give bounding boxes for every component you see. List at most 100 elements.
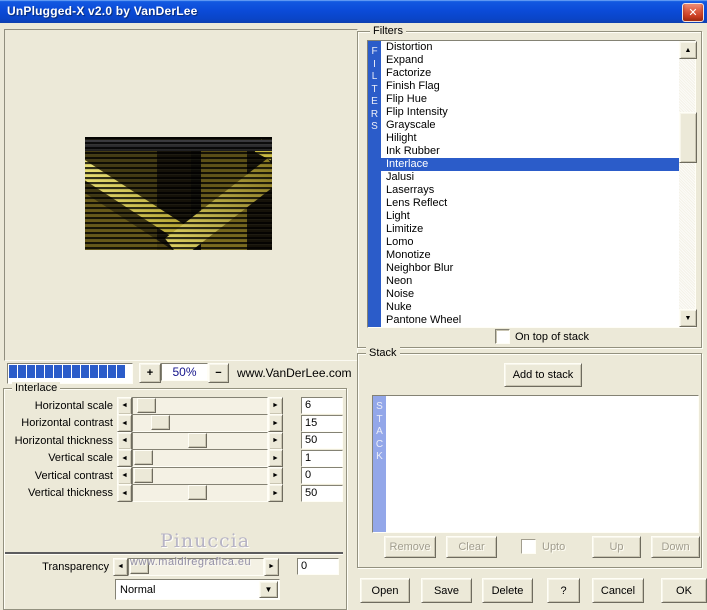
arrow-left-icon[interactable]: ◄ [117,449,132,467]
filter-item-limitize[interactable]: Limitize [381,223,679,236]
param-value[interactable]: 6 [301,397,343,414]
vertical-letter: S [373,401,386,414]
vertical-letter: R [368,109,381,122]
filter-item-finish-flag[interactable]: Finish Flag [381,80,679,93]
slider-thumb[interactable] [151,415,170,430]
progress-bar [7,363,133,384]
window-title: UnPlugged-X v2.0 by VanDerLee [7,4,198,18]
filter-item-monotize[interactable]: Monotize [381,249,679,262]
on-top-of-stack-row: On top of stack [495,329,589,344]
slider-thumb[interactable] [137,398,156,413]
footer-button-delete[interactable]: Delete [482,578,533,603]
filter-item-distortion[interactable]: Distortion [381,41,679,54]
param-label: Vertical contrast [4,470,117,482]
filter-item-flip-hue[interactable]: Flip Hue [381,93,679,106]
progress-segment [99,365,107,378]
filter-item-neighbor-blur[interactable]: Neighbor Blur [381,262,679,275]
zoom-in-button[interactable]: + [139,363,161,383]
filter-item-noise[interactable]: Noise [381,288,679,301]
arrow-right-icon[interactable]: ► [264,558,279,576]
filter-item-laserrays[interactable]: Laserrays [381,184,679,197]
filter-item-lens-reflect[interactable]: Lens Reflect [381,197,679,210]
arrow-left-icon[interactable]: ◄ [117,397,132,415]
progress-segment [45,365,53,378]
footer-button-open[interactable]: Open [360,578,410,603]
vendor-website-link[interactable]: www.VanDerLee.com [237,366,352,380]
scroll-up-icon[interactable]: ▲ [679,41,697,59]
filter-item-interlace[interactable]: Interlace [381,158,679,171]
progress-segment [9,365,17,378]
param-value[interactable]: 15 [301,415,343,432]
upto-checkbox[interactable] [521,539,536,554]
transparency-value[interactable]: 0 [297,558,339,575]
filter-item-hilight[interactable]: Hilight [381,132,679,145]
progress-segment [81,365,89,378]
slider-thumb[interactable] [188,485,207,500]
filters-scrollbar[interactable]: ▲ ▼ [679,41,695,327]
footer-button-save[interactable]: Save [421,578,472,603]
down-button[interactable]: Down [651,536,700,558]
footer-button-cancel[interactable]: Cancel [592,578,644,603]
arrow-right-icon[interactable]: ► [268,449,283,467]
arrow-right-icon[interactable]: ► [268,484,283,502]
param-value[interactable]: 1 [301,450,343,467]
param-value[interactable]: 0 [301,467,343,484]
watermark-site: www.maidiregrafica.eu [130,556,251,568]
on-top-of-stack-checkbox[interactable] [495,329,510,344]
slider-track[interactable] [132,432,268,450]
arrow-left-icon[interactable]: ◄ [117,432,132,450]
help-button[interactable]: ? [547,578,580,603]
filters-list-container: FILTERS DistortionExpandFactorizeFinish … [367,40,696,328]
filter-item-ink-rubber[interactable]: Ink Rubber [381,145,679,158]
arrow-right-icon[interactable]: ► [268,414,283,432]
slider-track[interactable] [132,397,268,415]
vertical-letter: T [373,414,386,427]
filter-item-flip-intensity[interactable]: Flip Intensity [381,106,679,119]
param-value[interactable]: 50 [301,485,343,502]
slider-thumb[interactable] [134,450,153,465]
clear-button[interactable]: Clear [446,536,497,558]
watermark-name: Pinuccia [160,530,250,552]
filter-item-pantone-wheel[interactable]: Pantone Wheel [381,314,679,327]
arrow-left-icon[interactable]: ◄ [117,414,132,432]
param-label: Horizontal scale [4,400,117,412]
interlace-scanlines [85,137,272,250]
filter-item-jalusi[interactable]: Jalusi [381,171,679,184]
arrow-left-icon[interactable]: ◄ [117,467,132,485]
filter-item-factorize[interactable]: Factorize [381,67,679,80]
arrow-right-icon[interactable]: ► [268,467,283,485]
footer-button-ok[interactable]: OK [661,578,707,603]
param-row-horizontal-thickness: Horizontal thickness◄►50 [4,432,346,450]
arrow-right-icon[interactable]: ► [268,432,283,450]
slider-track[interactable] [132,484,268,502]
filter-item-nuke[interactable]: Nuke [381,301,679,314]
filter-item-neon[interactable]: Neon [381,275,679,288]
filter-item-expand[interactable]: Expand [381,54,679,67]
close-button[interactable]: ✕ [682,3,704,22]
remove-button[interactable]: Remove [384,536,436,558]
up-button[interactable]: Up [592,536,641,558]
arrow-right-icon[interactable]: ► [268,397,283,415]
scrollbar-thumb[interactable] [679,112,697,163]
param-row-horizontal-scale: Horizontal scale◄ ► 6 [4,397,346,415]
slider-track[interactable] [132,467,268,485]
filter-item-light[interactable]: Light [381,210,679,223]
upto-label: Upto [542,541,565,553]
filter-item-grayscale[interactable]: Grayscale [381,119,679,132]
zoom-out-button[interactable]: − [208,363,229,383]
arrow-left-icon[interactable]: ◄ [117,484,132,502]
slider-thumb[interactable] [134,468,153,483]
preview-image[interactable] [85,137,272,250]
vertical-letter: I [368,59,381,72]
slider-thumb[interactable] [188,433,207,448]
chevron-down-icon[interactable]: ▼ [259,581,278,598]
blend-mode-select[interactable]: Normal ▼ [115,579,280,600]
arrow-left-icon[interactable]: ◄ [113,558,128,576]
scroll-down-icon[interactable]: ▼ [679,309,697,327]
filters-group-label: Filters [370,25,406,38]
filter-item-lomo[interactable]: Lomo [381,236,679,249]
slider-track[interactable] [132,414,268,432]
add-to-stack-button[interactable]: Add to stack [504,363,582,387]
slider-track[interactable] [132,449,268,467]
param-value[interactable]: 50 [301,432,343,449]
